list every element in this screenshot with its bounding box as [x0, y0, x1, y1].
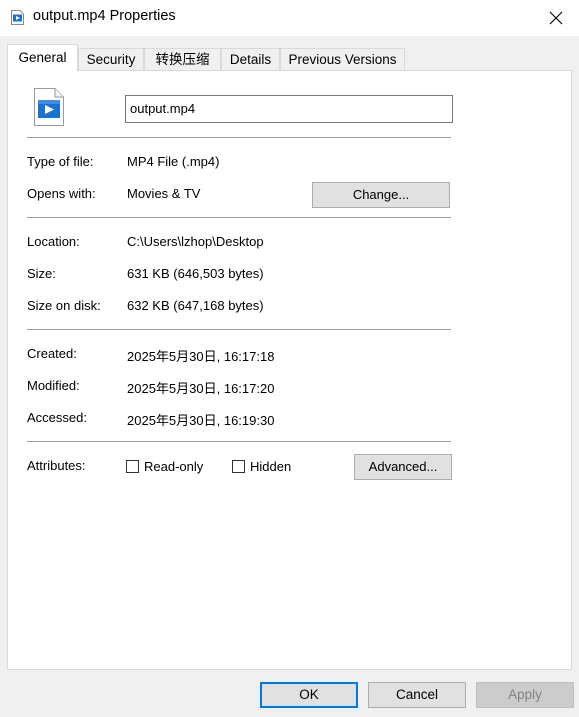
location-value: C:\Users\lzhop\Desktop: [127, 234, 264, 249]
modified-value: 2025年5月30日, 16:17:20: [127, 381, 275, 396]
tab-previous-versions[interactable]: Previous Versions: [280, 48, 405, 70]
type-of-file-label: Type of file:: [27, 154, 94, 169]
tab-details[interactable]: Details: [221, 48, 280, 70]
opens-with-label: Opens with:: [27, 186, 96, 201]
separator: [27, 137, 451, 138]
size-on-disk-label: Size on disk:: [27, 298, 101, 313]
size-on-disk-value: 632 KB (647,168 bytes): [127, 298, 264, 313]
opens-with-value: Movies & TV: [127, 186, 201, 201]
separator: [27, 329, 451, 330]
tab-general[interactable]: General: [7, 44, 78, 72]
size-label: Size:: [27, 266, 56, 281]
created-value: 2025年5月30日, 16:17:18: [127, 349, 275, 364]
mp4-file-icon: [34, 88, 64, 126]
close-icon: [549, 11, 563, 25]
attributes-label: Attributes:: [27, 458, 86, 473]
apply-button[interactable]: Apply: [476, 682, 574, 708]
change-button[interactable]: Change...: [312, 182, 450, 208]
accessed-value: 2025年5月30日, 16:19:30: [127, 413, 275, 428]
separator: [27, 217, 451, 218]
ok-button[interactable]: OK: [260, 682, 358, 708]
hidden-label[interactable]: Hidden: [250, 459, 291, 474]
general-tab-panel: output.mp4 Type of file: MP4 File (.mp4)…: [7, 70, 572, 670]
advanced-button[interactable]: Advanced...: [354, 454, 452, 480]
tab-security[interactable]: Security: [78, 48, 144, 70]
read-only-label[interactable]: Read-only: [144, 459, 203, 474]
hidden-checkbox[interactable]: [232, 460, 245, 473]
video-file-icon: [11, 10, 24, 25]
separator: [27, 441, 451, 442]
window-title: output.mp4 Properties: [33, 8, 176, 24]
accessed-label: Accessed:: [27, 410, 87, 425]
modified-label: Modified:: [27, 378, 80, 393]
tab-convert-compress[interactable]: 转换压缩: [144, 48, 221, 70]
size-value: 631 KB (646,503 bytes): [127, 266, 264, 281]
location-label: Location:: [27, 234, 80, 249]
file-name-input[interactable]: output.mp4: [125, 95, 453, 123]
created-label: Created:: [27, 346, 77, 361]
properties-dialog: output.mp4 Properties General Security 转…: [0, 0, 579, 717]
title-bar[interactable]: output.mp4 Properties: [0, 0, 579, 36]
cancel-button[interactable]: Cancel: [368, 682, 466, 708]
read-only-checkbox[interactable]: [126, 460, 139, 473]
type-of-file-value: MP4 File (.mp4): [127, 154, 220, 169]
close-button[interactable]: [533, 0, 579, 36]
